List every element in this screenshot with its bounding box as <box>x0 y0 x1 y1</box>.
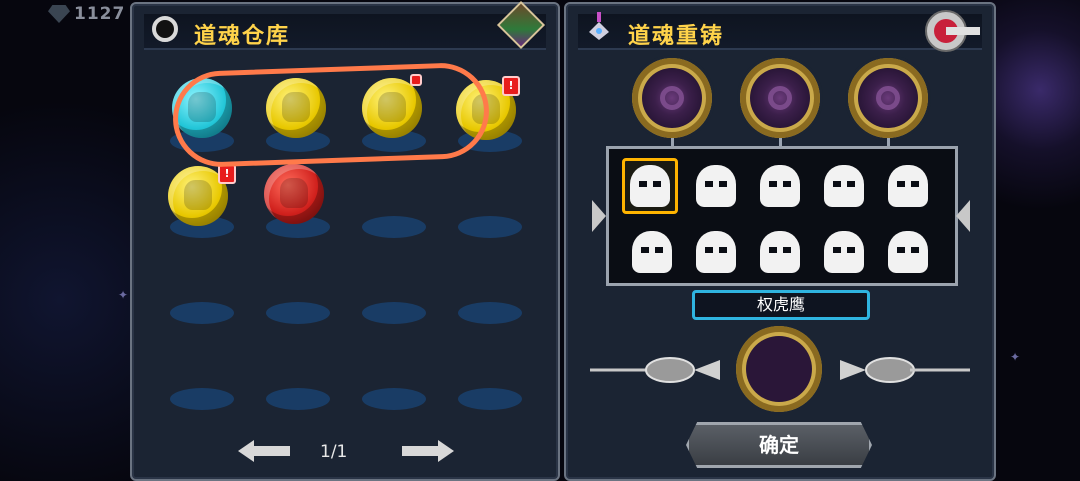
page-indicator: 1/1 <box>320 442 348 462</box>
cube-icon[interactable] <box>496 0 546 50</box>
character-portrait-icon <box>760 165 800 207</box>
panel-header: 道魂重铸 <box>578 12 982 50</box>
inventory-slot[interactable] <box>458 302 522 324</box>
star-icon: ✦ <box>118 288 129 302</box>
character-option-selected[interactable] <box>622 158 678 214</box>
inventory-slot[interactable] <box>458 388 522 410</box>
slot-inner <box>746 336 812 402</box>
reforge-slot[interactable] <box>848 58 928 138</box>
inventory-slot[interactable] <box>362 302 426 324</box>
slot-inner <box>642 68 702 128</box>
selected-character-name: 权虎鹰 <box>692 290 870 320</box>
character-portrait-icon <box>632 231 672 273</box>
inventory-slot[interactable] <box>362 216 426 238</box>
character-portrait-icon <box>824 165 864 207</box>
character-portrait-icon <box>824 231 864 273</box>
character-portrait-icon <box>696 231 736 273</box>
new-badge: ! <box>502 76 520 96</box>
inventory-slot[interactable] <box>266 302 330 324</box>
slot-inner <box>858 68 918 128</box>
diamond-gem-icon <box>48 5 70 23</box>
back-button-icon[interactable] <box>924 8 980 54</box>
ornament-left-icon <box>590 357 720 383</box>
confirm-button[interactable]: 确定 <box>686 422 872 468</box>
panel-header: 道魂仓库 <box>144 0 546 50</box>
ornament-right-icon <box>840 357 970 383</box>
character-option[interactable] <box>880 224 936 280</box>
character-face-icon <box>184 180 212 210</box>
character-option[interactable] <box>624 224 680 280</box>
character-option[interactable] <box>752 158 808 214</box>
inventory-slot[interactable] <box>170 302 234 324</box>
soul-orb-red[interactable] <box>264 164 324 224</box>
character-option[interactable] <box>752 224 808 280</box>
inventory-slot[interactable] <box>362 388 426 410</box>
reforge-chip-icon <box>589 12 609 40</box>
character-portrait-icon <box>760 231 800 273</box>
left-arrow-icon[interactable] <box>592 200 606 232</box>
panel-title: 道魂重铸 <box>628 24 725 49</box>
new-badge: ! <box>218 164 236 184</box>
character-option[interactable] <box>688 224 744 280</box>
character-portrait-icon <box>630 165 670 207</box>
character-option[interactable] <box>880 158 936 214</box>
character-option[interactable] <box>816 158 872 214</box>
panel-title: 道魂仓库 <box>194 24 291 49</box>
character-portrait-icon <box>888 165 928 207</box>
right-arrow-icon[interactable] <box>956 200 970 232</box>
prev-page-arrow-icon[interactable] <box>238 440 290 462</box>
ring-icon <box>152 16 178 42</box>
character-portrait-icon <box>696 165 736 207</box>
slot-inner <box>750 68 810 128</box>
inventory-slot[interactable] <box>266 388 330 410</box>
character-option[interactable] <box>816 224 872 280</box>
character-option[interactable] <box>688 158 744 214</box>
character-portrait-icon <box>888 231 928 273</box>
reforge-slot[interactable] <box>740 58 820 138</box>
reforge-result-slot[interactable] <box>736 326 822 412</box>
gem-counter: 1127 <box>48 4 125 24</box>
inventory-slot[interactable] <box>170 388 234 410</box>
star-icon: ✦ <box>1010 350 1021 364</box>
character-face-icon <box>280 178 308 208</box>
gem-count: 1127 <box>74 4 126 24</box>
next-page-arrow-icon[interactable] <box>402 440 454 462</box>
reforge-slot[interactable] <box>632 58 712 138</box>
highlight-annotation <box>171 61 491 169</box>
inventory-slot[interactable] <box>458 216 522 238</box>
